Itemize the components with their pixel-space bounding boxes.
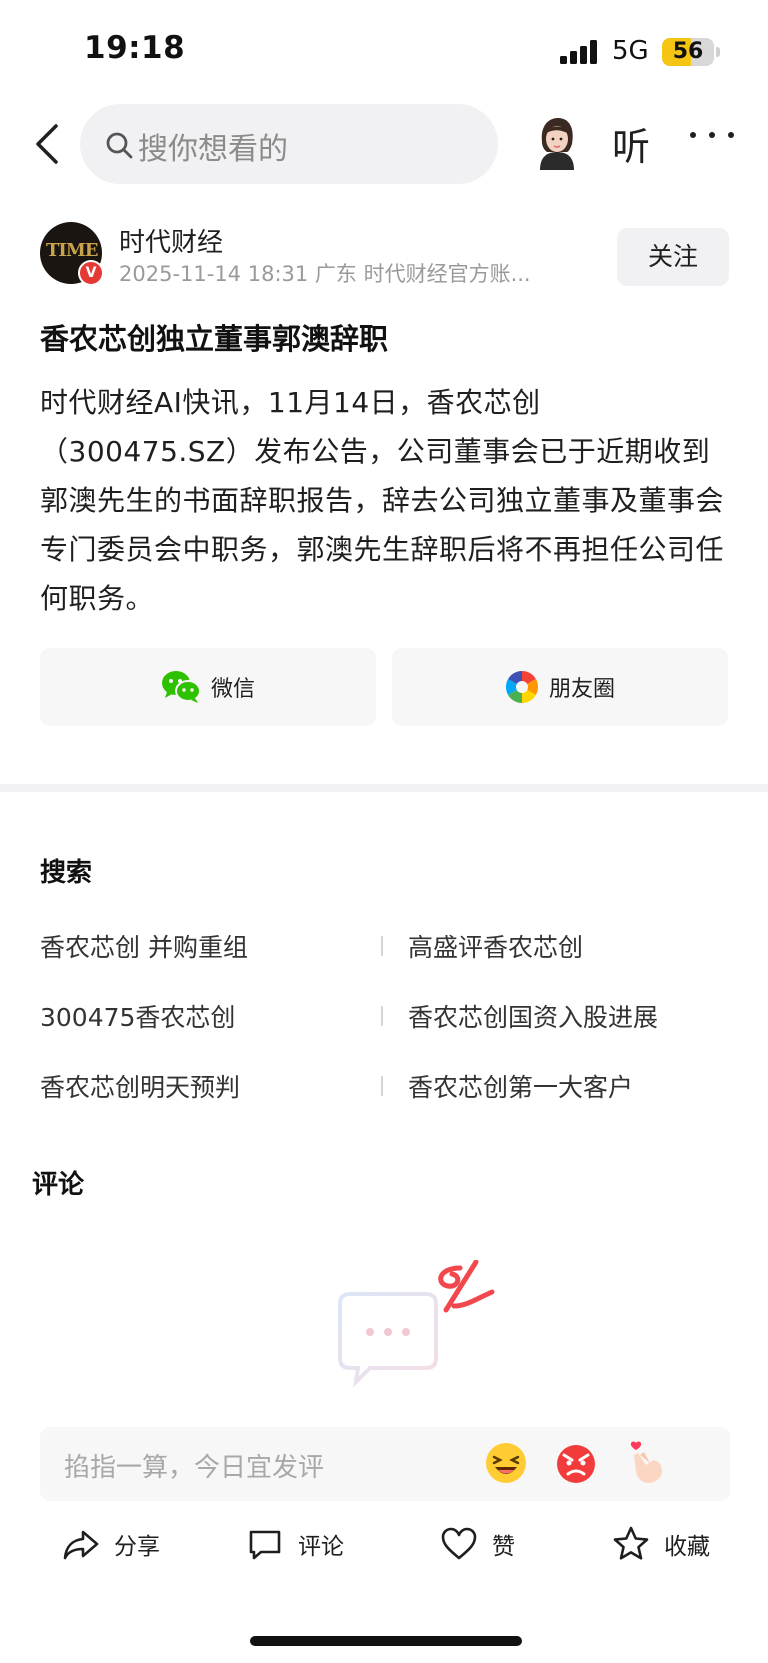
verified-badge: V — [78, 260, 104, 286]
search-suggestion[interactable]: 高盛评香农芯创 — [408, 928, 583, 964]
article-body: 时代财经AI快讯，11月14日，香农芯创（300475.SZ）发布公告，公司董事… — [40, 386, 725, 615]
follow-button[interactable]: 关注 — [617, 228, 729, 286]
search-suggestions-heading: 搜索 — [40, 858, 93, 888]
share-wechat-content: 微信 — [40, 648, 376, 726]
share-action-button[interactable]: 分享 — [62, 1524, 160, 1564]
suggestion-separator — [381, 1076, 383, 1096]
angry-emoji-icon[interactable] — [554, 1441, 598, 1485]
share-icon — [63, 1530, 99, 1560]
favorite-action-label: 收藏 — [664, 1534, 710, 1560]
laughing-emoji-icon[interactable] — [484, 1441, 528, 1485]
search-input[interactable]: 搜你想看的 — [80, 104, 498, 184]
comment-placeholder: 掐指一算，今日宜发评 — [64, 1453, 325, 1483]
status-time: 19:18 — [84, 30, 186, 66]
empty-comments-icon — [338, 1260, 495, 1388]
section-divider — [0, 784, 768, 792]
search-suggestion[interactable]: 香农芯创明天预判 — [40, 1068, 240, 1104]
finger-heart-emoji-icon[interactable] — [624, 1441, 668, 1485]
status-bar: 19:18 5G 56 — [0, 0, 768, 100]
star-icon — [613, 1526, 649, 1560]
comment-action-label: 评论 — [298, 1534, 344, 1560]
author-name[interactable]: 时代财经 — [119, 222, 223, 259]
suggestion-separator — [381, 1006, 383, 1026]
comments-heading: 评论 — [32, 1170, 85, 1200]
favorite-action-button[interactable]: 收藏 — [612, 1524, 710, 1564]
share-moments-button[interactable]: 朋友圈 — [392, 648, 728, 726]
avatar[interactable] — [532, 116, 582, 170]
search-suggestion[interactable]: 香农芯创国资入股进展 — [408, 998, 658, 1034]
search-suggestion[interactable]: 300475香农芯创 — [40, 998, 235, 1034]
comment-input[interactable]: 掐指一算，今日宜发评 — [40, 1427, 730, 1501]
comment-action-button[interactable]: 评论 — [246, 1524, 344, 1564]
share-moments-content: 朋友圈 — [392, 648, 728, 726]
more-dot — [728, 132, 734, 138]
like-action-button[interactable]: 赞 — [440, 1524, 515, 1564]
share-wechat-label: 微信 — [210, 677, 255, 702]
search-placeholder: 搜你想看的 — [138, 132, 288, 167]
comment-icon — [249, 1530, 281, 1560]
more-button[interactable] — [690, 132, 736, 144]
battery-level: 56 — [672, 39, 704, 64]
network-label: 5G — [612, 36, 649, 66]
back-button[interactable] — [30, 120, 70, 168]
search-suggestion[interactable]: 香农芯创 并购重组 — [40, 928, 248, 964]
heart-icon — [441, 1527, 477, 1560]
author-meta: 2025-11-14 18:31 广东 时代财经官方账... — [119, 262, 531, 286]
moments-icon — [505, 670, 539, 704]
search-suggestion[interactable]: 香农芯创第一大客户 — [408, 1068, 633, 1104]
share-moments-label: 朋友圈 — [548, 677, 615, 702]
more-dot — [690, 132, 696, 138]
author-row: TIME V 时代财经 2025-11-14 18:31 广东 时代财经官方账.… — [40, 222, 730, 288]
avatar-icon — [540, 118, 574, 170]
more-dot — [709, 132, 715, 138]
home-indicator[interactable] — [250, 1636, 522, 1646]
suggestion-separator — [381, 936, 383, 956]
listen-button[interactable]: 听 — [612, 116, 650, 171]
author-logo-text: TIME — [46, 240, 98, 261]
battery-tip — [716, 47, 720, 57]
battery-icon: 56 — [662, 38, 714, 66]
share-wechat-button[interactable]: 微信 — [40, 648, 376, 726]
top-nav: 搜你想看的 听 — [0, 104, 768, 184]
like-action-label: 赞 — [492, 1534, 515, 1560]
share-action-label: 分享 — [114, 1534, 160, 1560]
wechat-icon — [161, 671, 201, 703]
chevron-left-icon — [36, 124, 58, 164]
search-icon — [106, 132, 133, 159]
article-title: 香农芯创独立董事郭澳辞职 — [40, 322, 389, 356]
signal-icon — [560, 40, 597, 64]
